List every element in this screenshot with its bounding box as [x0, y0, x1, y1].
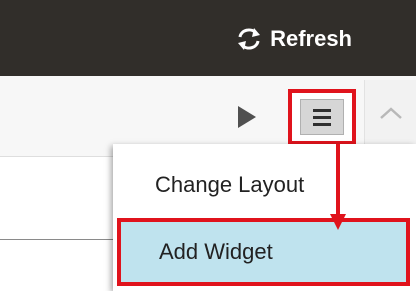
menu-item-add-widget[interactable]: Add Widget [117, 218, 410, 286]
annotation-arrow [330, 144, 346, 230]
menu-item-change-layout[interactable]: Change Layout [113, 152, 416, 218]
refresh-button[interactable]: Refresh [236, 24, 352, 54]
scroll-up-button[interactable] [364, 80, 416, 152]
refresh-label: Refresh [270, 26, 352, 51]
play-icon[interactable] [238, 106, 256, 128]
chevron-up-icon [380, 107, 402, 119]
refresh-icon [236, 26, 262, 52]
hamburger-menu-icon [300, 99, 344, 135]
divider-line [0, 239, 118, 240]
dropdown-menu: Change Layout Add Widget [113, 144, 416, 291]
top-bar: Refresh [0, 0, 416, 76]
menu-item-label: Add Widget [159, 239, 273, 264]
menu-item-label: Change Layout [155, 172, 305, 197]
menu-button[interactable] [288, 89, 356, 145]
